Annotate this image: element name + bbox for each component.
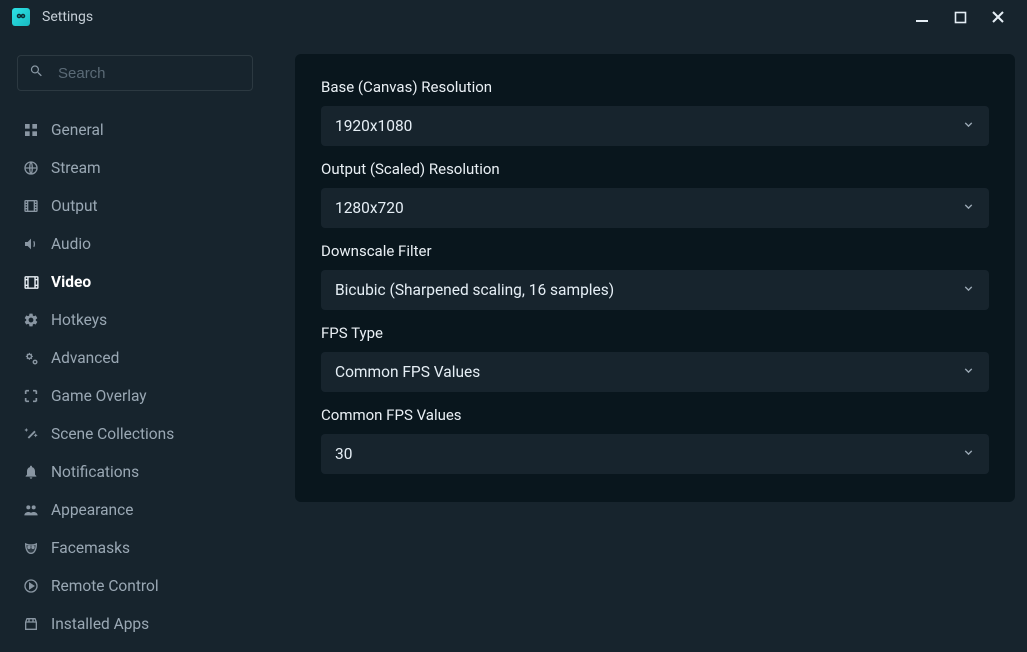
sidebar-item-audio[interactable]: Audio [17,225,253,263]
sidebar-item-scene-collections[interactable]: Scene Collections [17,415,253,453]
sidebar-item-notifications[interactable]: Notifications [17,453,253,491]
sidebar-item-label: Notifications [51,463,247,481]
sidebar-item-hotkeys[interactable]: Hotkeys [17,301,253,339]
sidebar-item-label: Game Overlay [51,387,247,405]
base-resolution-select[interactable]: 1920x1080 [321,106,989,146]
gears-icon [23,350,51,367]
sidebar-item-advanced[interactable]: Advanced [17,339,253,377]
expand-icon [23,388,51,404]
app-icon [12,8,30,26]
titlebar: Settings [0,0,1027,34]
fps-type-select[interactable]: Common FPS Values [321,352,989,392]
close-icon [991,10,1005,24]
sidebar-item-label: Stream [51,159,247,177]
maximize-icon [954,11,967,24]
downscale-filter-select[interactable]: Bicubic (Sharpened scaling, 16 samples) [321,270,989,310]
downscale-filter-label: Downscale Filter [321,242,989,260]
fps-values-select[interactable]: 30 [321,434,989,474]
sidebar-item-label: Remote Control [51,577,247,595]
sidebar-item-label: Output [51,197,247,215]
film-icon [23,198,51,214]
maximize-button[interactable] [941,3,979,31]
user-icon [23,502,51,518]
fps-type-value: Common FPS Values [335,363,480,381]
sidebar-item-label: Facemasks [51,539,247,557]
sidebar-item-label: General [51,121,247,139]
sidebar-item-label: Video [51,273,247,291]
sidebar-item-output[interactable]: Output [17,187,253,225]
search-input[interactable] [17,55,253,91]
output-resolution-label: Output (Scaled) Resolution [321,160,989,178]
sidebar-item-label: Audio [51,235,247,253]
sidebar-item-label: Scene Collections [51,425,247,443]
grid-icon [23,122,51,138]
base-resolution-value: 1920x1080 [335,117,412,135]
sidebar-item-label: Installed Apps [51,615,247,633]
minimize-icon [915,10,929,24]
downscale-filter-value: Bicubic (Sharpened scaling, 16 samples) [335,281,614,299]
sidebar: General Stream Output Audio [0,34,273,652]
wand-icon [23,426,51,442]
store-icon [23,616,51,632]
chevron-down-icon [962,281,975,299]
mask-icon [23,540,51,556]
chevron-down-icon [962,117,975,135]
play-circle-icon [23,578,51,594]
sidebar-item-label: Appearance [51,501,247,519]
sidebar-item-label: Advanced [51,349,247,367]
nav: General Stream Output Audio [17,111,253,643]
gear-icon [23,312,51,328]
video-icon [23,274,51,291]
globe-icon [23,160,51,176]
minimize-button[interactable] [903,3,941,31]
volume-icon [23,236,51,252]
fps-type-label: FPS Type [321,324,989,342]
fps-values-label: Common FPS Values [321,406,989,424]
base-resolution-label: Base (Canvas) Resolution [321,78,989,96]
bell-icon [23,464,51,480]
video-settings-panel: Base (Canvas) Resolution 1920x1080 Outpu… [295,54,1015,502]
chevron-down-icon [962,363,975,381]
output-resolution-value: 1280x720 [335,199,404,217]
output-resolution-select[interactable]: 1280x720 [321,188,989,228]
sidebar-item-video[interactable]: Video [17,263,253,301]
sidebar-item-stream[interactable]: Stream [17,149,253,187]
fps-values-value: 30 [335,445,352,463]
sidebar-item-remote-control[interactable]: Remote Control [17,567,253,605]
window-title: Settings [42,9,93,25]
sidebar-item-game-overlay[interactable]: Game Overlay [17,377,253,415]
sidebar-item-general[interactable]: General [17,111,253,149]
sidebar-item-appearance[interactable]: Appearance [17,491,253,529]
chevron-down-icon [962,199,975,217]
sidebar-item-label: Hotkeys [51,311,247,329]
content-area: Base (Canvas) Resolution 1920x1080 Outpu… [273,34,1027,652]
chevron-down-icon [962,445,975,463]
sidebar-item-facemasks[interactable]: Facemasks [17,529,253,567]
close-button[interactable] [979,3,1017,31]
sidebar-item-installed-apps[interactable]: Installed Apps [17,605,253,643]
